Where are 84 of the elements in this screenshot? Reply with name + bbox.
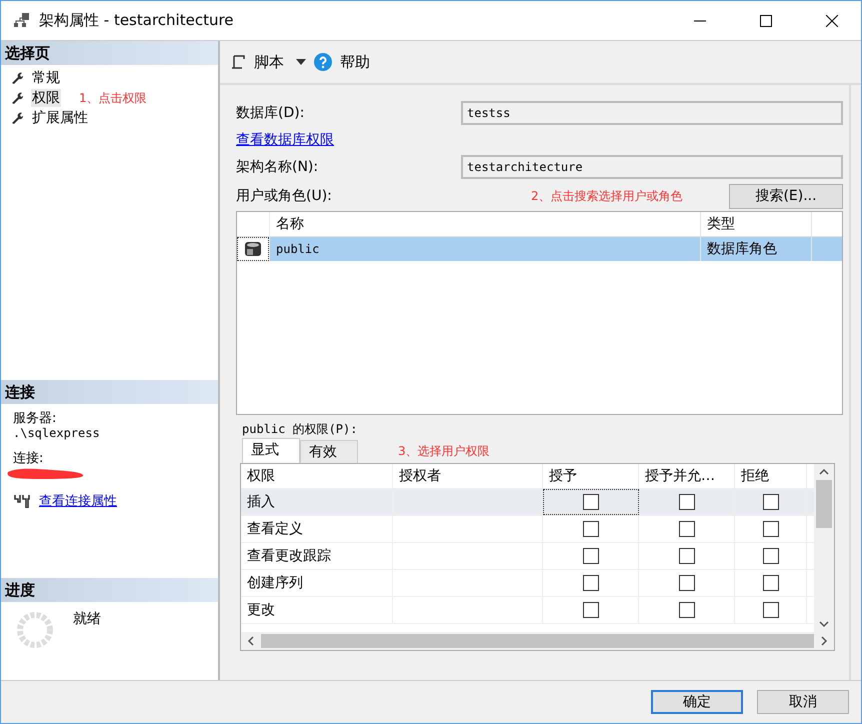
user-type: 数据库角色 xyxy=(700,237,811,261)
checkbox[interactable] xyxy=(762,575,778,591)
server-value: .\sqlexpress xyxy=(13,426,101,440)
wrench-icon xyxy=(11,111,25,125)
checkbox[interactable] xyxy=(762,548,778,564)
close-icon[interactable] xyxy=(826,14,838,26)
permissions-label: public 的权限(P): xyxy=(242,421,358,437)
checkbox[interactable] xyxy=(582,521,598,537)
field-label: 用户或角色(U): xyxy=(236,187,333,205)
permission-name: 创建序列 xyxy=(241,570,393,596)
plug-icon xyxy=(13,494,31,508)
scroll-down-icon[interactable] xyxy=(819,620,829,628)
column-header: 类型 xyxy=(700,212,811,236)
checkbox[interactable] xyxy=(678,575,694,591)
role-icon xyxy=(244,240,262,258)
permission-name: 查看定义 xyxy=(241,516,393,542)
help-button[interactable]: 帮助 xyxy=(340,52,370,72)
spinner-icon xyxy=(15,610,55,650)
permission-name: 更改 xyxy=(241,597,393,623)
section-header: 选择页 xyxy=(1,41,218,65)
checkbox[interactable] xyxy=(678,602,694,618)
maximize-icon[interactable] xyxy=(760,14,772,26)
permission-row[interactable]: 插入 xyxy=(241,489,814,516)
checkbox[interactable] xyxy=(762,602,778,618)
ok-button[interactable]: 确定 xyxy=(651,690,743,714)
sidebar-item[interactable]: 权限 xyxy=(31,89,61,107)
checkbox[interactable] xyxy=(678,521,694,537)
scroll-thumb[interactable] xyxy=(261,634,814,648)
cancel-button[interactable]: 取消 xyxy=(757,690,849,714)
scroll-up-icon[interactable] xyxy=(819,468,829,476)
permission-row[interactable]: 更改 xyxy=(241,597,814,624)
section-header: 进度 xyxy=(1,578,218,602)
annotation: 1、点击权限 xyxy=(79,90,147,106)
checkbox[interactable] xyxy=(678,494,694,510)
schema-field[interactable]: testarchitecture xyxy=(461,155,843,179)
checkbox[interactable] xyxy=(582,548,598,564)
database-field[interactable]: testss xyxy=(461,101,843,125)
search-button[interactable]: 搜索(E)... xyxy=(729,184,843,208)
help-icon xyxy=(314,53,332,71)
permission-name: 查看更改跟踪 xyxy=(241,543,393,569)
field-label: 架构名称(N): xyxy=(236,158,320,176)
column-header: 权限 xyxy=(241,464,393,488)
checkbox[interactable] xyxy=(762,494,778,510)
connection-label: 连接: xyxy=(13,452,44,466)
horizontal-scrollbar[interactable] xyxy=(241,632,834,650)
user-name: public xyxy=(269,237,700,261)
user-row[interactable]: public 数据库角色 xyxy=(237,237,842,261)
script-icon xyxy=(230,54,246,70)
checkbox[interactable] xyxy=(678,548,694,564)
schema-icon xyxy=(13,12,31,30)
script-button[interactable]: 脚本 xyxy=(254,52,284,72)
column-header: 授权者 xyxy=(393,464,543,488)
server-label: 服务器: xyxy=(13,412,58,426)
section-header: 连接 xyxy=(1,380,218,404)
column-header: 授予 xyxy=(543,464,639,488)
column-header: 拒绝 xyxy=(735,464,807,488)
annotation: 3、选择用户权限 xyxy=(398,442,490,460)
database-permissions-link[interactable]: 查看数据库权限 xyxy=(236,131,334,149)
column-header: 授予并允… xyxy=(639,464,735,488)
checkbox[interactable] xyxy=(582,494,598,510)
progress-status: 就绪 xyxy=(73,610,101,628)
scroll-left-icon[interactable] xyxy=(247,636,255,646)
sidebar-item[interactable]: 扩展属性 xyxy=(31,109,89,127)
permission-row[interactable]: 查看定义 xyxy=(241,516,814,543)
tab[interactable]: 显式 xyxy=(242,438,300,463)
annotation: 2、点击搜索选择用户或角色 xyxy=(531,188,684,204)
scroll-thumb[interactable] xyxy=(816,480,832,528)
field-label: 数据库(D): xyxy=(236,104,306,122)
column-header: 名称 xyxy=(269,212,700,236)
wrench-icon xyxy=(11,71,25,85)
tab[interactable]: 有效 xyxy=(300,440,358,463)
checkbox[interactable] xyxy=(582,602,598,618)
permission-row[interactable]: 创建序列 xyxy=(241,570,814,597)
sidebar-item[interactable]: 常规 xyxy=(31,69,61,87)
wrench-icon xyxy=(11,91,25,105)
window-title: 架构属性 - testarchitecture xyxy=(39,11,234,30)
dropdown-icon[interactable] xyxy=(296,59,306,65)
vertical-scrollbar[interactable] xyxy=(814,464,834,632)
permission-row[interactable]: 查看更改跟踪 xyxy=(241,543,814,570)
connection-properties-link[interactable]: 查看连接属性 xyxy=(39,492,117,510)
permission-name: 插入 xyxy=(241,489,393,515)
checkbox[interactable] xyxy=(582,575,598,591)
checkbox[interactable] xyxy=(762,521,778,537)
scroll-right-icon[interactable] xyxy=(820,636,828,646)
